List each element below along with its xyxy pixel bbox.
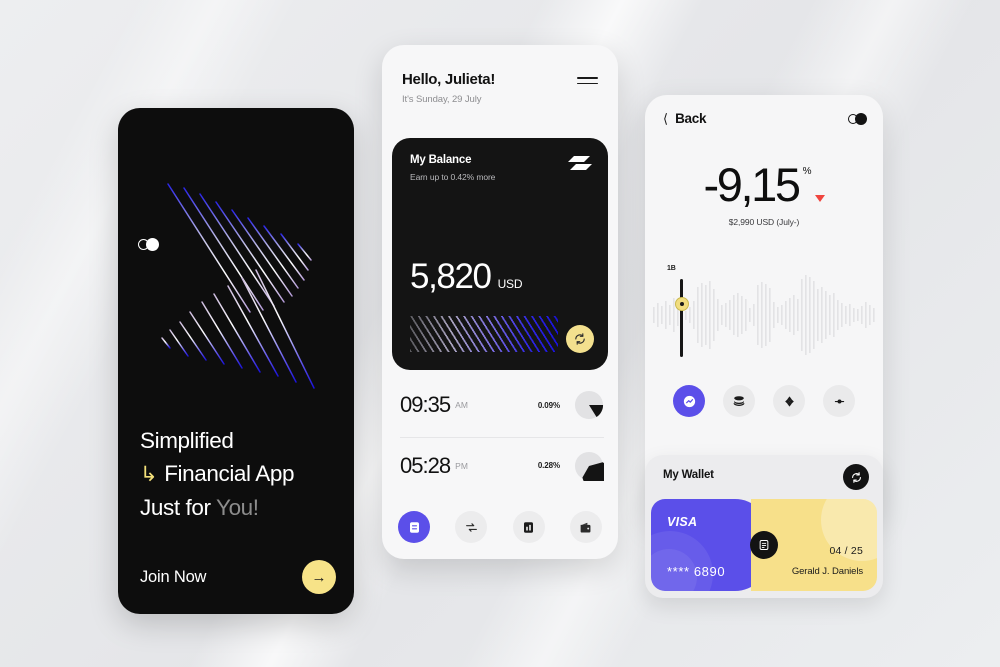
hamburger-menu-icon[interactable] bbox=[577, 77, 598, 85]
home-screen: Hello, Julieta! It's Sunday, 29 July My … bbox=[382, 45, 618, 559]
back-button[interactable]: ⟨ Back bbox=[663, 111, 706, 126]
onboarding-headline: Simplified ↳ Financial App Just for You! bbox=[140, 424, 350, 524]
diamond-glyph bbox=[784, 395, 794, 407]
balance-stripe-graph bbox=[410, 316, 558, 352]
detail-header: ⟨ Back bbox=[663, 111, 867, 126]
arrow-hook-icon: ↳ bbox=[140, 463, 158, 486]
refresh-glyph bbox=[851, 471, 861, 483]
nav-stats-icon[interactable] bbox=[512, 511, 545, 543]
headline-line-3-strong: Just for bbox=[140, 495, 217, 520]
slant-bars-logo-icon bbox=[568, 156, 592, 170]
diamond-icon[interactable] bbox=[773, 385, 805, 417]
card-expiry: 04 / 25 bbox=[829, 545, 863, 557]
date-text: It's Sunday, 29 July bbox=[402, 94, 482, 105]
home-header: Hello, Julieta! It's Sunday, 29 July bbox=[382, 45, 618, 105]
headline-line-3-muted: You! bbox=[216, 495, 259, 520]
card-chip-icon[interactable] bbox=[750, 531, 778, 559]
nav-wallet-icon[interactable] bbox=[569, 511, 602, 543]
pie-chart-icon bbox=[574, 451, 604, 481]
layers-stack-icon[interactable] bbox=[723, 385, 755, 417]
balance-amount: 5,820 bbox=[410, 257, 492, 296]
cards-glyph bbox=[409, 521, 419, 533]
rate-meridiem: PM bbox=[455, 460, 469, 471]
pin-glyph bbox=[834, 399, 844, 403]
detail-actions bbox=[673, 385, 855, 417]
change-value: -9,15 bbox=[703, 158, 801, 211]
card-holder: Gerald J. Daniels bbox=[791, 566, 863, 577]
logo-dot bbox=[855, 112, 867, 125]
headline-line-1: Simplified bbox=[140, 428, 234, 453]
layers-glyph bbox=[733, 396, 745, 406]
cursor-tag: 1B bbox=[667, 265, 676, 272]
trend-up-icon[interactable] bbox=[673, 385, 705, 417]
rate-percent: 0.09% bbox=[537, 400, 560, 410]
change-unit: % bbox=[802, 166, 812, 177]
chevron-left-icon: ⟨ bbox=[663, 111, 669, 126]
balance-currency: USD bbox=[497, 277, 523, 291]
two-circles-logo-icon bbox=[848, 112, 867, 125]
balance-amount-block: 5,820 USD bbox=[410, 257, 523, 296]
card-brand: VISA bbox=[667, 515, 698, 529]
rate-row[interactable]: 09:35 AM 0.09% bbox=[400, 377, 604, 433]
refresh-icon[interactable] bbox=[843, 464, 869, 490]
wallet-panel: My Wallet VISA **** 6890 04 / 25 Gerald … bbox=[645, 455, 883, 598]
greeting-block: Hello, Julieta! It's Sunday, 29 July bbox=[402, 71, 495, 105]
diagonal-lines-artwork bbox=[161, 183, 315, 389]
stats-glyph bbox=[524, 521, 534, 533]
greeting-text: Hello, Julieta! bbox=[402, 71, 496, 88]
triangle-down-icon bbox=[814, 194, 825, 202]
audio-waveform-icon bbox=[653, 275, 875, 355]
exchange-glyph bbox=[465, 522, 477, 532]
change-value-block: -9,15 % bbox=[703, 158, 825, 211]
balance-title: My Balance bbox=[410, 154, 472, 166]
credit-card[interactable]: VISA **** 6890 04 / 25 Gerald J. Daniels bbox=[651, 499, 877, 591]
join-now-label[interactable]: Join Now bbox=[140, 568, 206, 587]
pin-icon[interactable] bbox=[823, 385, 855, 417]
card-number: **** 6890 bbox=[667, 564, 726, 579]
playhead-cursor-icon[interactable] bbox=[680, 279, 683, 357]
balance-card[interactable]: My Balance Earn up to 0.42% more 5,820 U… bbox=[392, 138, 608, 370]
onboarding-screen: Simplified ↳ Financial App Just for You! … bbox=[118, 108, 354, 614]
rate-time: 05:28 bbox=[400, 452, 451, 478]
pie-chart-icon bbox=[574, 390, 604, 420]
rate-row[interactable]: 05:28 PM 0.28% bbox=[400, 437, 604, 493]
balance-subtitle: Earn up to 0.42% more bbox=[410, 172, 496, 182]
headline-line-3: Just for You! bbox=[140, 491, 350, 524]
nav-exchange-icon[interactable] bbox=[455, 511, 488, 543]
nav-cards-icon[interactable] bbox=[398, 511, 430, 543]
headline-line-2: ↳ Financial App bbox=[140, 457, 350, 491]
change-summary: $2,990 USD (July-) bbox=[728, 216, 800, 227]
trend-up-glyph bbox=[683, 395, 695, 407]
refresh-glyph bbox=[575, 333, 585, 345]
onboarding-footer: Join Now → bbox=[140, 560, 336, 594]
wallet-glyph bbox=[581, 522, 591, 533]
arrow-right-icon[interactable]: → bbox=[302, 560, 336, 594]
rate-time: 09:35 bbox=[400, 392, 451, 417]
card-chip-glyph bbox=[759, 539, 769, 551]
waveform-chart[interactable]: 1B bbox=[651, 265, 877, 365]
refresh-icon[interactable] bbox=[566, 325, 594, 353]
rate-percent: 0.28% bbox=[537, 461, 560, 470]
bottom-nav bbox=[398, 511, 602, 543]
rate-meridiem: AM bbox=[455, 400, 469, 410]
playhead-knob[interactable] bbox=[674, 297, 689, 311]
wallet-title: My Wallet bbox=[663, 469, 714, 481]
headline-line-2-text: Financial App bbox=[164, 461, 295, 486]
change-figure: -9,15 % $2,990 USD (July-) bbox=[645, 158, 883, 227]
back-label: Back bbox=[675, 111, 707, 126]
